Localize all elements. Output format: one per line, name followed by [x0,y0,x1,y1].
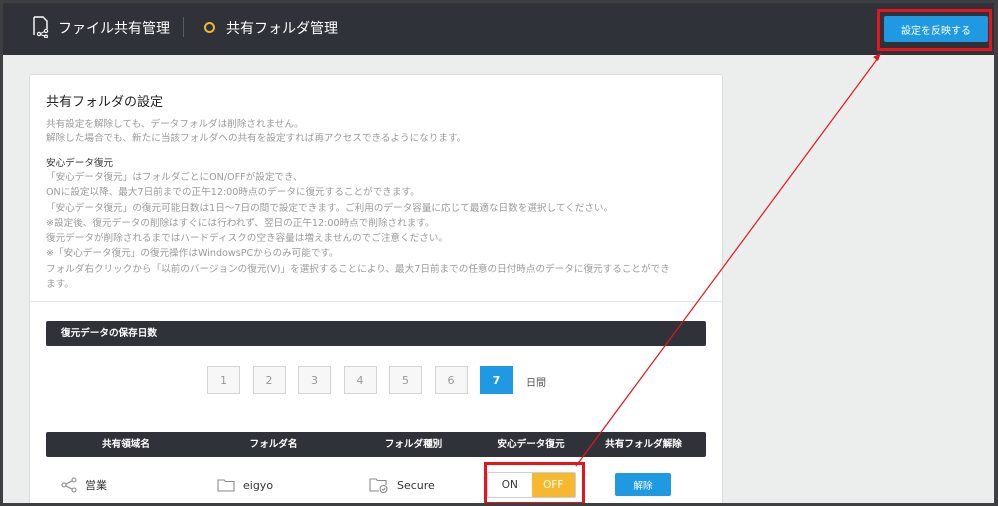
release-share-button[interactable]: 解除 [615,473,671,496]
restore-toggle[interactable]: ON OFF [487,472,576,498]
column-header-release: 共有フォルダ解除 [605,439,682,450]
description-line: ONに設定以降、最大7日前までの正午12:00時点のデータに復元することができま… [46,187,420,199]
column-header-folder-type: フォルダ種別 [384,439,443,450]
card-title: 共有フォルダの設定 [46,95,164,110]
day-option-3[interactable]: 3 [298,366,331,394]
day-option-1[interactable]: 1 [207,366,240,394]
share-name: 営業 [85,479,107,492]
share-name-cell: 営業 [61,467,107,503]
description-line: 共有設定を解除しても、データフォルダは削除されません。 [46,119,304,130]
column-header-share-name: 共有領域名 [102,439,150,450]
days-unit-label: 日間 [526,378,546,389]
description-line: 解除した場合でも、新たに当該フォルダへの共有を設定すれば再アクセスできるようにな… [46,133,467,144]
current-page-dot-icon [204,22,215,33]
share-icon [61,477,77,493]
day-option-5[interactable]: 5 [389,366,422,394]
shared-file-icon [33,16,49,38]
folder-type-cell: Secure [369,467,435,503]
toggle-on-option[interactable]: ON [488,473,532,497]
day-option-7[interactable]: 7 [480,366,513,394]
breadcrumb-file-share[interactable]: ファイル共有管理 [58,18,170,38]
retention-section-header: 復元データの保存日数 [46,321,706,346]
description-line: 「安心データ復元」の復元可能日数は1日〜7日の間で設定できます。ご利用のデータ容… [46,202,614,214]
day-option-6[interactable]: 6 [434,366,468,394]
day-option-2[interactable]: 2 [252,366,286,394]
top-bar: ファイル共有管理 共有フォルダ管理 設定を反映する [3,3,994,55]
column-header-folder-name: フォルダ名 [249,439,298,450]
column-header-restore: 安心データ復元 [497,439,565,450]
table-header: 共有領域名 フォルダ名 フォルダ種別 安心データ復元 共有フォルダ解除 [46,432,706,457]
divider [30,301,722,302]
description: 共有設定を解除しても、データフォルダは削除されません。 解除した場合でも、新たに… [46,118,706,146]
toggle-off-option[interactable]: OFF [531,473,575,497]
day-option-4[interactable]: 4 [343,366,377,394]
folder-name-cell: eigyo [217,467,273,503]
apply-settings-button[interactable]: 設定を反映する [884,16,988,42]
description-line: 復元データが削除されるまではハードディスクの空き容量は増えませんのでご注意くださ… [46,233,448,245]
table-row: 営業 eigyo Secure ON OFF 解除 [46,467,706,503]
breadcrumb-separator [183,17,184,37]
description-line: ※設定後、復元データの削除はすぐには行われず、翌日の正午12:00時点で削除され… [46,217,435,229]
restore-subtitle: 安心データ復元 [46,158,114,169]
folder-type: Secure [397,478,435,492]
folder-name: eigyo [243,478,274,492]
secure-folder-icon [369,478,388,493]
breadcrumb-shared-folder: 共有フォルダ管理 [226,21,338,37]
description-line: ます。 [46,279,74,291]
folder-icon [217,479,235,492]
shared-folder-settings-card: 共有フォルダの設定 共有設定を解除しても、データフォルダは削除されません。 解除… [29,74,723,503]
restore-description: 「安心データ復元」はフォルダごとにON/OFFが設定でき、 ONに設定以降、最大… [46,170,711,292]
app-window: ファイル共有管理 共有フォルダ管理 設定を反映する 共有フォルダの設定 共有設定… [0,0,998,506]
description-line: 「安心データ復元」はフォルダごとにON/OFFが設定でき、 [46,172,303,183]
description-line: フォルダ右クリックから「以前のバージョンの復元(V)」を選択することにより、最大… [46,263,670,275]
description-line: ※「安心データ復元」の復元操作はWindowsPCからのみ可能です。 [46,248,339,260]
